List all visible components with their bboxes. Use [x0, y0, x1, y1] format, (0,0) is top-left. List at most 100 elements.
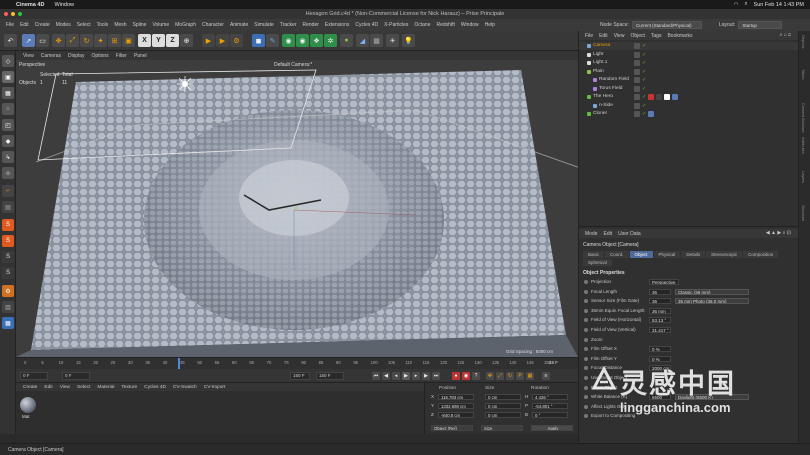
menu-spline[interactable]: Spline	[133, 22, 147, 28]
object-name[interactable]: Light	[593, 51, 603, 59]
menu-tracker[interactable]: Tracker	[280, 22, 297, 28]
x-axis-button[interactable]: X	[138, 34, 151, 47]
animate-dot-icon[interactable]	[584, 414, 588, 419]
material-menu-select[interactable]: Select	[77, 385, 90, 390]
record-icon[interactable]: ●	[452, 372, 460, 380]
search-icon[interactable]: ⌕	[744, 1, 747, 8]
object-name[interactable]: Light.1	[593, 59, 607, 67]
generator-icon[interactable]: ◉	[296, 34, 309, 47]
visibility-toggle-icon[interactable]	[634, 43, 640, 49]
play-icon[interactable]: ▶	[402, 372, 410, 380]
coords-rotation-field[interactable]: 4.426 °	[532, 394, 568, 400]
coords-rotation-field[interactable]: -54.801 °	[532, 403, 568, 409]
coords-apply-button[interactable]: Apply	[531, 425, 573, 431]
key-pla-icon[interactable]: ▦	[526, 372, 534, 380]
animate-dot-icon[interactable]	[584, 289, 588, 294]
material-menu-cv-import[interactable]: CV-Import	[204, 385, 226, 390]
deformer-icon[interactable]: ✲	[324, 34, 337, 47]
visibility-toggle-icon[interactable]	[634, 68, 640, 75]
go-to-end-icon[interactable]: ⏭	[432, 372, 440, 380]
visibility-toggle-icon[interactable]	[634, 85, 640, 92]
animate-dot-icon[interactable]	[584, 366, 588, 371]
end-frame-field[interactable]: 150 F	[290, 372, 310, 380]
attr-menu-edit[interactable]: Edit	[604, 231, 613, 237]
material-menu-view[interactable]: View	[60, 385, 70, 390]
texture-mode-icon[interactable]: ▦	[2, 87, 14, 99]
visibility-toggle-icon[interactable]	[634, 77, 640, 83]
coords-position-field[interactable]: 116.783 cm	[438, 394, 474, 400]
material-menu-material[interactable]: Material	[97, 385, 114, 390]
tab-details[interactable]: Details	[681, 251, 706, 258]
transform-icon[interactable]: ⊞	[108, 34, 121, 47]
enabled-check-icon[interactable]: ✓	[642, 60, 646, 66]
live-selection-icon[interactable]: ▭	[36, 34, 49, 47]
zoom-window-button[interactable]	[18, 12, 22, 16]
menu-file[interactable]: File	[6, 22, 14, 28]
bulb-icon[interactable]: 💡	[402, 34, 415, 47]
coords-size-field[interactable]: 0 cm	[485, 403, 521, 409]
visibility-toggle-icon[interactable]	[634, 102, 640, 109]
enabled-check-icon[interactable]: ✓	[642, 69, 646, 75]
menu-x-particles[interactable]: X-Particles	[384, 22, 408, 28]
camera-object-icon[interactable]: ▦	[370, 34, 383, 47]
menu-modes[interactable]: Modes	[56, 22, 71, 28]
enabled-check-icon[interactable]: ✓	[642, 77, 646, 83]
om-menu-object[interactable]: Object	[630, 33, 644, 39]
coords-position-field[interactable]: 1332.698 cm	[438, 403, 474, 409]
property-value[interactable]: 31.417 °	[649, 327, 671, 333]
object-name[interactable]: Camera	[593, 42, 610, 50]
attr-menu-mode[interactable]: Mode	[585, 231, 598, 237]
mac-app-name[interactable]: Cinema 4D	[16, 2, 44, 8]
autokey-icon[interactable]: ◉	[462, 372, 470, 380]
enabled-check-icon[interactable]: ✓	[642, 52, 646, 58]
animate-dot-icon[interactable]	[584, 404, 588, 409]
animate-dot-icon[interactable]	[584, 395, 588, 400]
coords-position-field[interactable]: -840.8 cm	[438, 412, 474, 418]
object-row[interactable]: Light.1 ✓	[579, 59, 799, 67]
material-menu-edit[interactable]: Edit	[44, 385, 52, 390]
viewport-menu-options[interactable]: Options	[91, 53, 108, 59]
y-axis-button[interactable]: Y	[152, 34, 165, 47]
subdivision-icon[interactable]: ◉	[282, 34, 295, 47]
environment-icon[interactable]: ◢	[356, 34, 369, 47]
object-row[interactable]: Camera ✓	[579, 42, 799, 50]
tab-object[interactable]: Object	[629, 251, 653, 258]
undo-icon[interactable]: ↶	[4, 34, 17, 47]
menu-simulate[interactable]: Simulate	[254, 22, 273, 28]
next-key-icon[interactable]: ▶	[422, 372, 430, 380]
viewport-3d[interactable]: Perspective Default Camera:* Selected To…	[16, 60, 578, 357]
menu-help[interactable]: Help	[485, 22, 495, 28]
workplane-icon[interactable]: ▣	[122, 34, 135, 47]
object-row[interactable]: The Hero ✓	[579, 93, 799, 101]
render-view-icon[interactable]: ▶	[202, 34, 215, 47]
object-name[interactable]: The Hero	[593, 93, 613, 101]
close-window-button[interactable]	[4, 12, 8, 16]
animate-dot-icon[interactable]	[584, 299, 588, 304]
mac-menu-window[interactable]: Window	[54, 2, 74, 8]
property-preset-dropdown[interactable]: 35 mm Photo (36.0 mm)	[675, 298, 749, 305]
tab-physical[interactable]: Physical	[653, 251, 681, 258]
recent-tools-icon[interactable]: ✦	[94, 34, 107, 47]
menu-mesh[interactable]: Mesh	[114, 22, 126, 28]
scale-tool-icon[interactable]: ⤢	[66, 34, 79, 47]
smooth-icon[interactable]: S	[2, 251, 14, 263]
om-menu-file[interactable]: File	[585, 33, 593, 39]
viewport-camera-label[interactable]: Default Camera:*	[274, 62, 312, 68]
coords-size-field[interactable]: 0 cm	[485, 412, 521, 418]
object-name[interactable]: n-Side	[599, 102, 613, 110]
object-name[interactable]: Torus Field	[599, 85, 622, 93]
menu-edit[interactable]: Edit	[20, 22, 29, 28]
prev-key-icon[interactable]: ◀	[382, 372, 390, 380]
property-value[interactable]: 36 mm	[649, 307, 671, 314]
menu-create[interactable]: Create	[35, 22, 50, 28]
start-frame-field[interactable]: 0 F	[20, 372, 48, 380]
material-menu-cycles-4d[interactable]: Cycles 4D	[144, 385, 166, 390]
visibility-toggle-icon[interactable]	[634, 51, 640, 58]
property-value[interactable]: 36	[649, 298, 671, 305]
next-frame-icon[interactable]: ▸	[412, 372, 420, 380]
property-value[interactable]: Perspective	[649, 279, 679, 285]
coordinate-system-icon[interactable]: ⊕	[180, 34, 193, 47]
timeline-ruler[interactable]: 48 F 0 5 10 15 20 25 30 35 40 45 50 55 60 65 70 75 80 85 9…	[16, 357, 578, 369]
attr-nav-icons[interactable]: ◀ ▲ ▶ ⌕ ⊡	[766, 230, 791, 236]
material-tag-icon[interactable]	[656, 94, 663, 100]
